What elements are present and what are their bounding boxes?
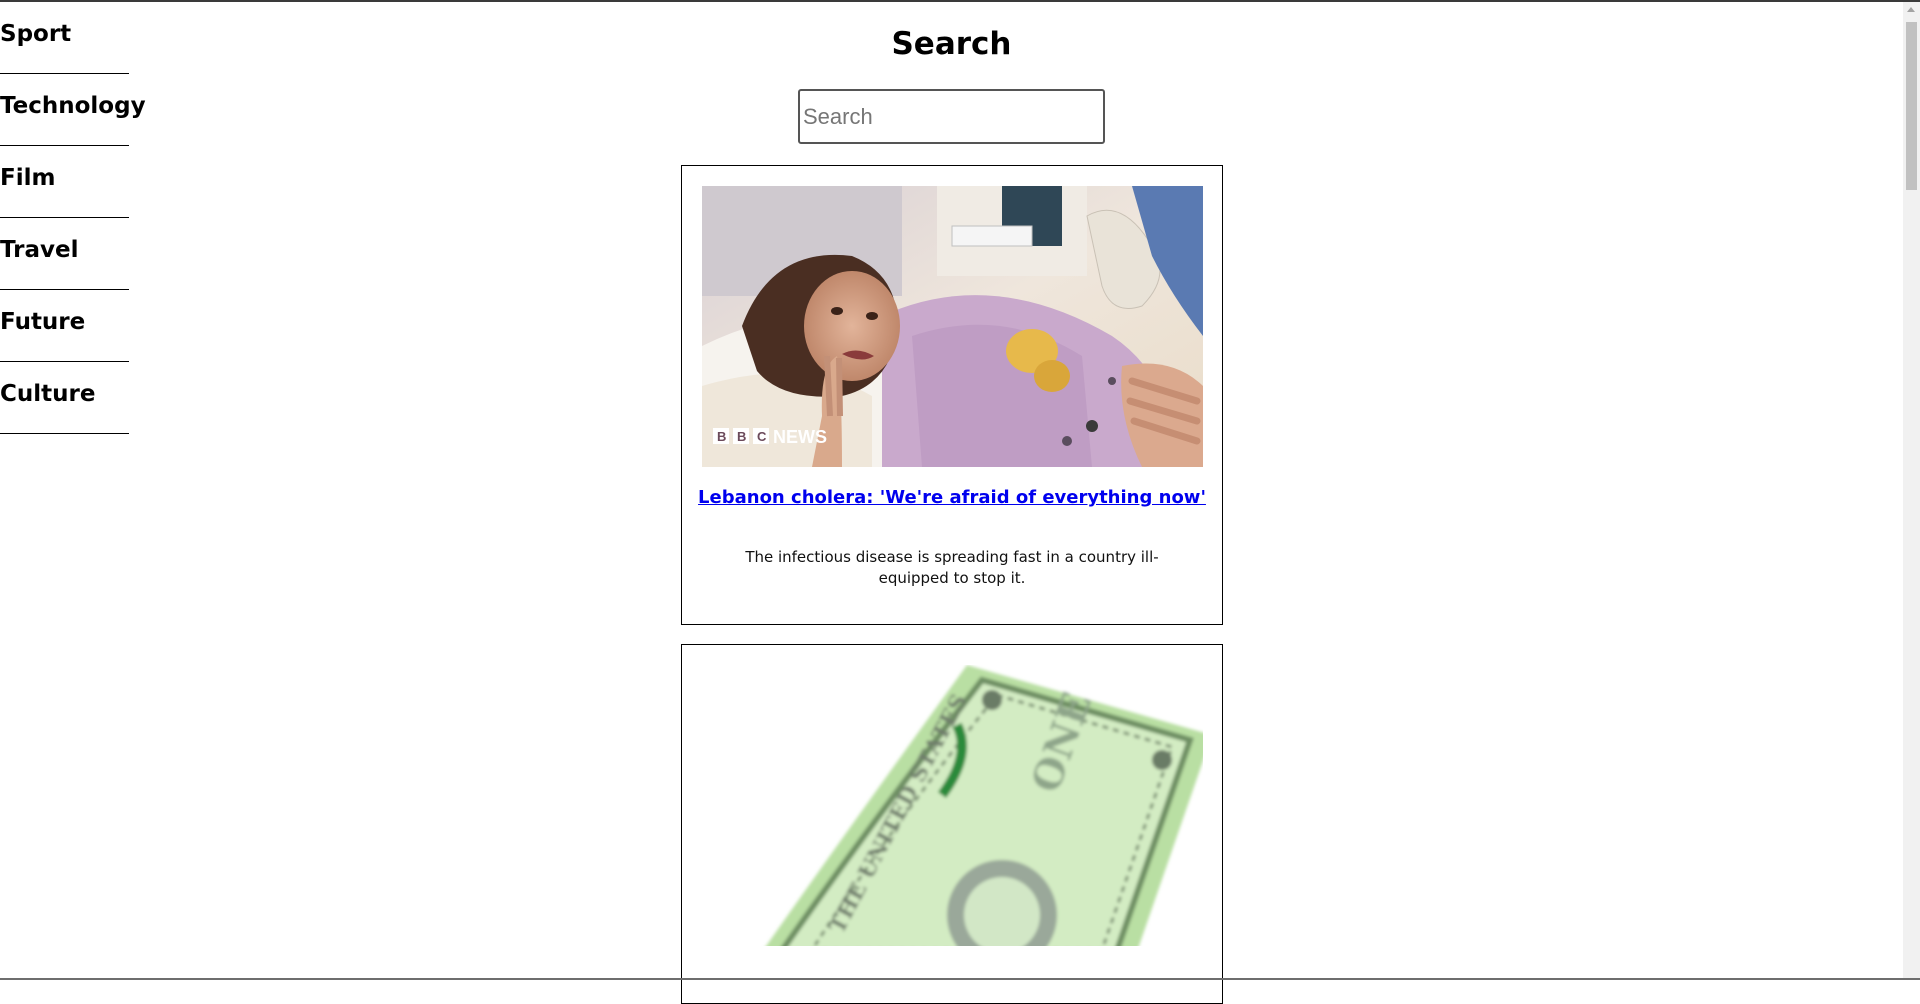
sidebar-item-film[interactable]: Film: [0, 146, 129, 218]
page-title: Search: [891, 26, 1012, 62]
sidebar-item-culture[interactable]: Culture: [0, 362, 129, 434]
search-input[interactable]: [798, 89, 1105, 144]
sidebar-item-travel[interactable]: Travel: [0, 218, 129, 290]
article-image[interactable]: B B C NEWS: [702, 186, 1203, 467]
window-top-border: [0, 0, 1920, 2]
vertical-scrollbar[interactable]: [1903, 2, 1920, 978]
sidebar-item-future[interactable]: Future: [0, 290, 129, 362]
article-card: B B C NEWS Lebanon cholera: 'We're afrai…: [681, 165, 1223, 625]
article-image-graphic: ONE THE UNITED STATES: [702, 665, 1203, 946]
svg-text:B: B: [717, 429, 726, 444]
article-card: ONE THE UNITED STATES: [681, 644, 1223, 1004]
sidebar-item-label: Future: [0, 309, 86, 335]
sidebar-item-label: Film: [0, 165, 56, 191]
sidebar-nav: Sport Technology Film Travel Future Cult…: [0, 2, 146, 434]
scrollbar-thumb[interactable]: [1906, 22, 1917, 190]
sidebar-item-label: Technology: [0, 93, 146, 119]
sidebar-item-label: Travel: [0, 237, 79, 263]
article-image[interactable]: ONE THE UNITED STATES: [702, 665, 1203, 946]
article-title-link[interactable]: Lebanon cholera: 'We're afraid of everyt…: [682, 487, 1222, 508]
svg-text:NEWS: NEWS: [773, 427, 827, 447]
svg-text:B: B: [737, 429, 746, 444]
article-description: The infectious disease is spreading fast…: [745, 548, 1159, 587]
scroll-up-arrow-icon[interactable]: [1907, 7, 1915, 12]
article-image-graphic: B B C NEWS: [702, 186, 1203, 467]
svg-text:C: C: [757, 429, 767, 444]
sidebar-item-technology[interactable]: Technology: [0, 74, 146, 146]
sidebar-item-label: Culture: [0, 381, 96, 407]
